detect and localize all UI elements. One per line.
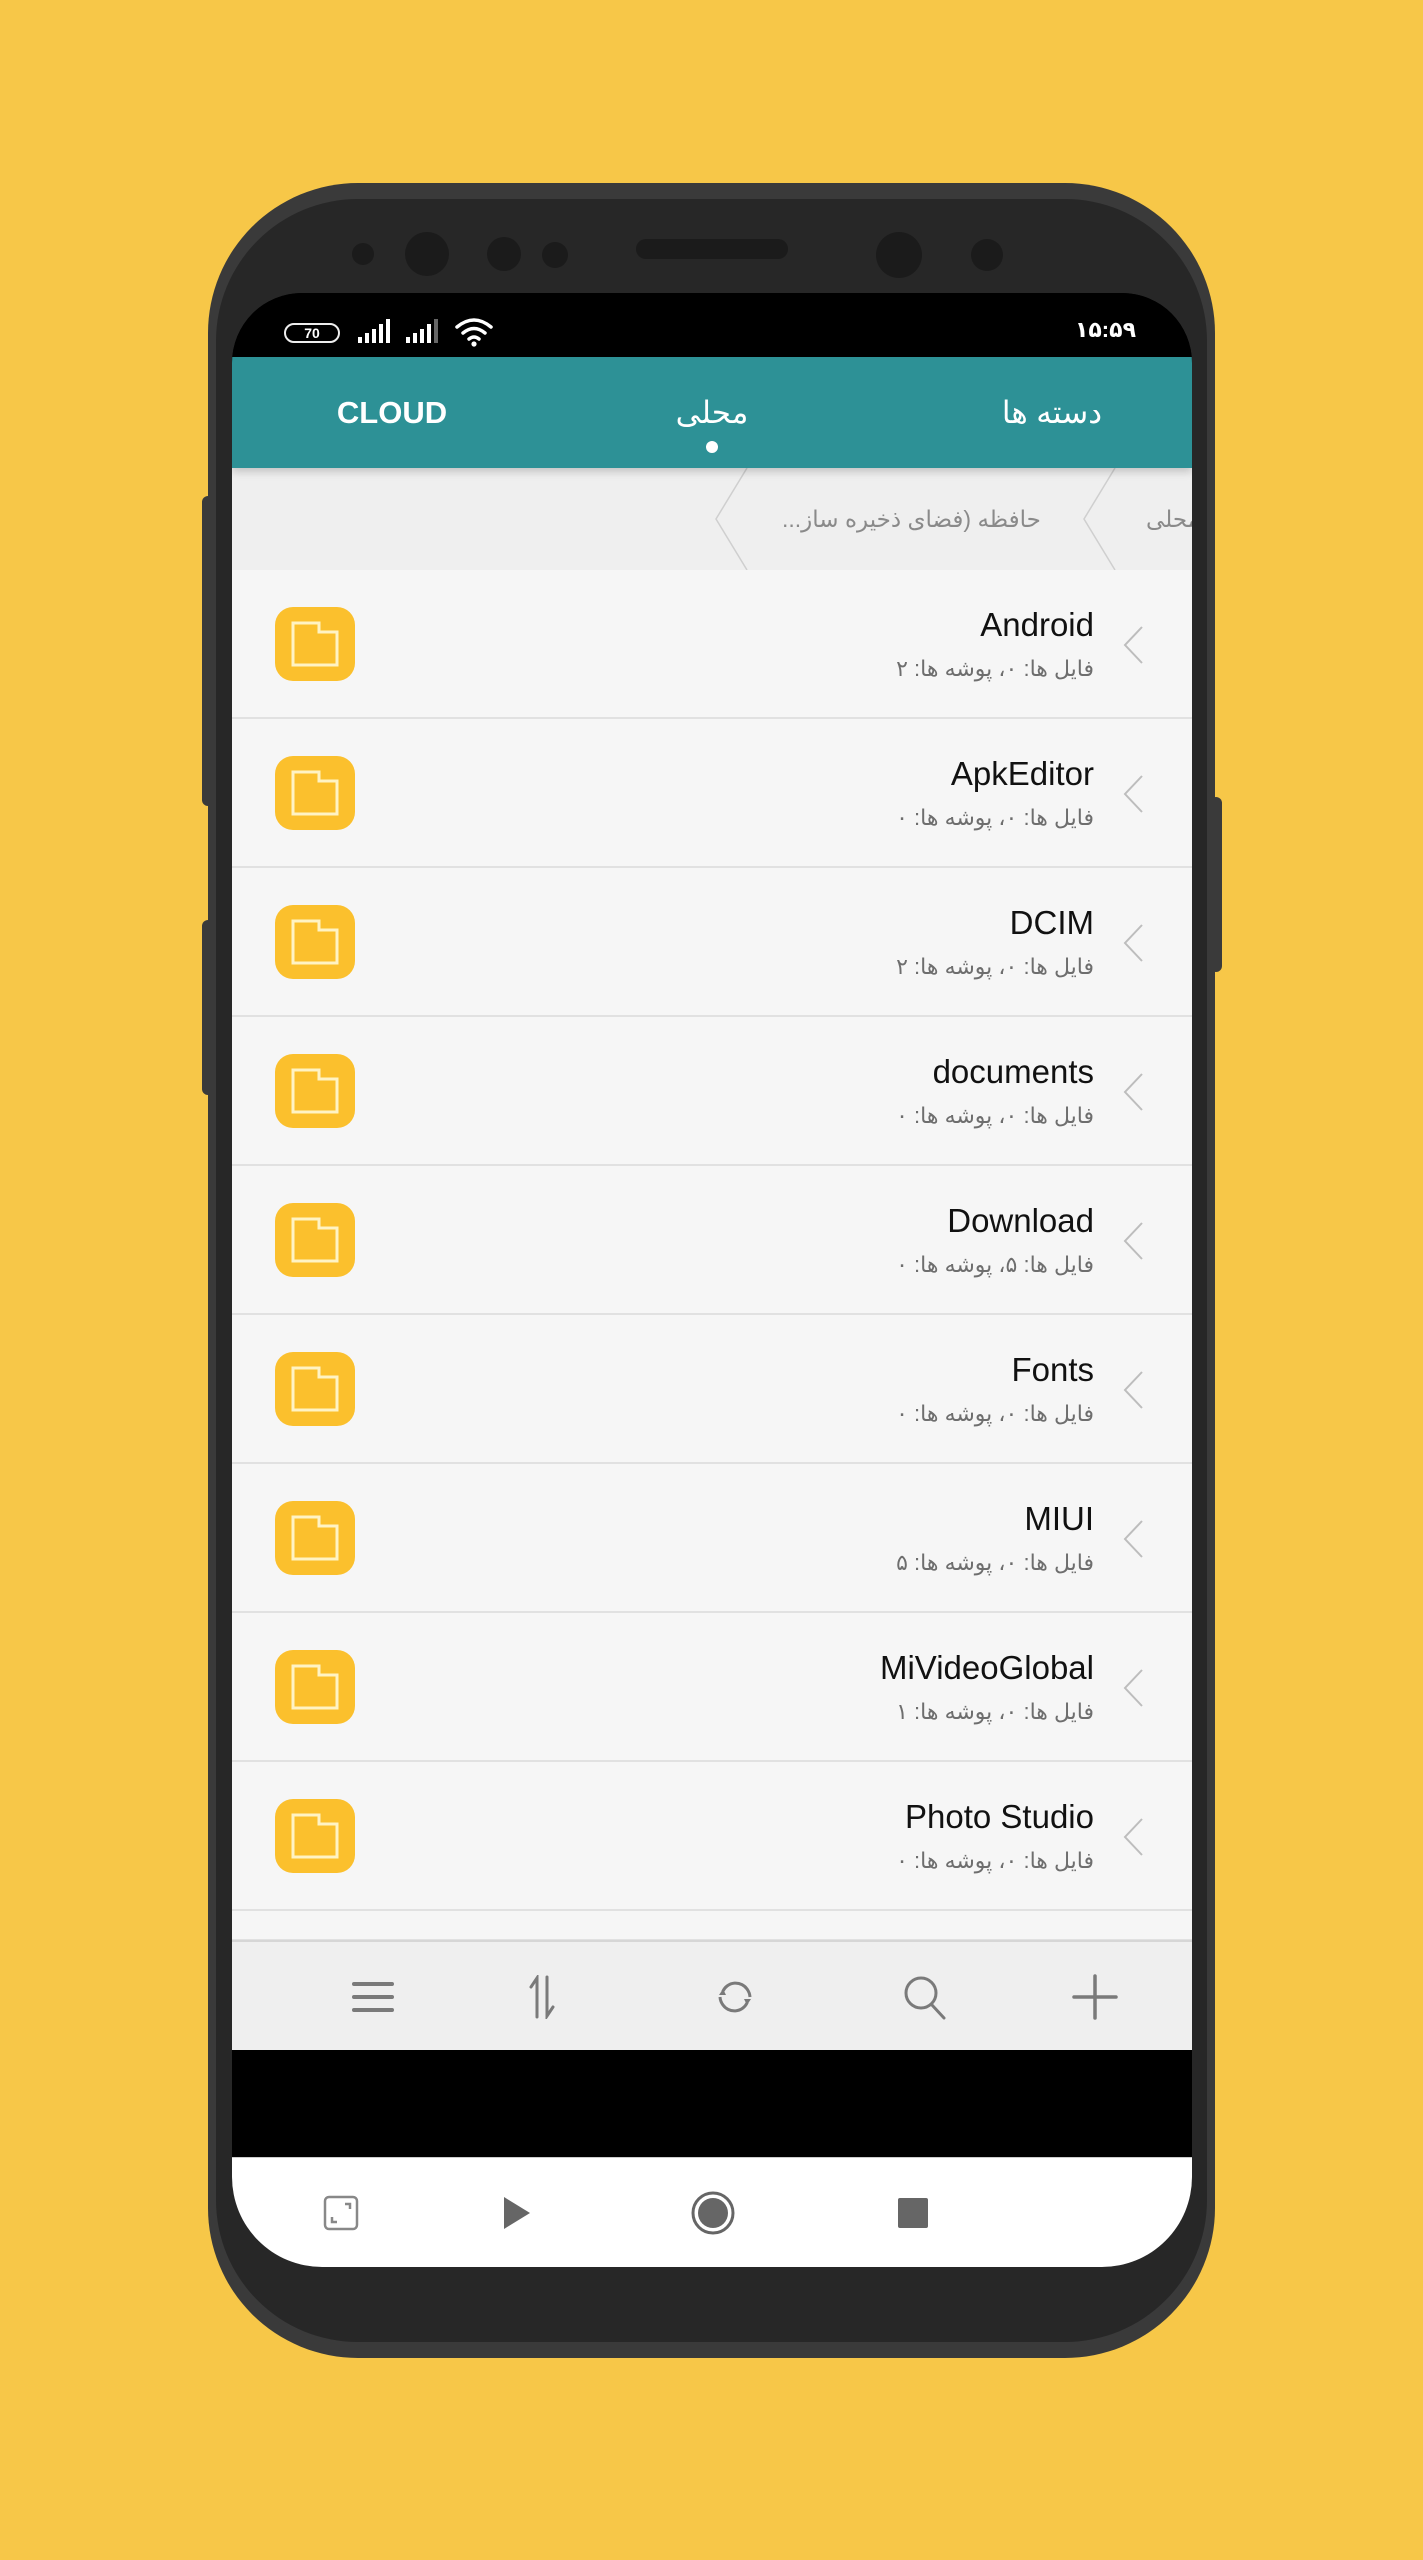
folder-info: فایل ها: ۰، پوشه ها: ۰	[896, 805, 1094, 830]
folder-name: MIUI	[1024, 1500, 1094, 1537]
folder-info: فایل ها: ۰، پوشه ها: ۰	[896, 1401, 1094, 1426]
breadcrumb-separator	[715, 468, 748, 570]
home-icon	[691, 2191, 735, 2235]
folder-name: Fonts	[1011, 1351, 1094, 1388]
search-icon	[904, 1976, 946, 2020]
folder-list-item[interactable]: MiVideoGlobal فایل ها: ۰، پوشه ها: ۱	[232, 1613, 1192, 1762]
breadcrumb-item-storage[interactable]: حافظه (فضای ذخیره ساز...	[782, 468, 1062, 570]
folder-list-item-partial	[232, 1911, 1192, 1940]
folder-info: فایل ها: ۰، پوشه ها: ۲	[896, 954, 1094, 979]
folder-icon	[275, 756, 355, 830]
folder-info: فایل ها: ۰، پوشه ها: ۱	[896, 1699, 1094, 1724]
tab-categories[interactable]: دسته ها	[952, 357, 1152, 468]
folder-list: Android فایل ها: ۰، پوشه ها: ۲ ApkEditor فا…	[232, 570, 1192, 1940]
bottom-toolbar	[232, 1940, 1192, 2050]
active-tab-indicator	[706, 441, 718, 453]
folder-list-item[interactable]: DCIM فایل ها: ۰، پوشه ها: ۲	[232, 868, 1192, 1017]
folder-info: فایل ها: ۵، پوشه ها: ۰	[896, 1252, 1094, 1277]
folder-list-item[interactable]: Photo Studio فایل ها: ۰، پوشه ها: ۰	[232, 1762, 1192, 1911]
sensor-icon	[971, 239, 1003, 271]
folder-icon	[275, 905, 355, 979]
chevron-left-icon	[1123, 1073, 1143, 1111]
chevron-left-icon	[1123, 924, 1143, 962]
menu-button[interactable]	[338, 1962, 408, 2032]
search-button[interactable]	[890, 1962, 960, 2032]
screen-black-strip	[232, 2050, 1192, 2157]
folder-info: فایل ها: ۰، پوشه ها: ۰	[896, 1103, 1094, 1128]
sensor-icon	[542, 242, 568, 268]
folder-icon	[275, 1203, 355, 1277]
add-button[interactable]	[1060, 1962, 1130, 2032]
sensor-icon	[352, 243, 374, 265]
play-button[interactable]	[482, 2178, 552, 2248]
chevron-left-icon	[1123, 1818, 1143, 1856]
folder-icon	[275, 1352, 355, 1426]
signal-icon	[406, 319, 438, 343]
stop-icon	[898, 2198, 928, 2228]
folder-list-item[interactable]: MIUI فایل ها: ۰، پوشه ها: ۵	[232, 1464, 1192, 1613]
screenshot-button[interactable]	[306, 2178, 376, 2248]
tab-bar: CLOUD محلی دسته ها	[232, 357, 1192, 468]
folder-info: فایل ها: ۰، پوشه ها: ۰	[896, 1848, 1094, 1873]
folder-name: Android	[980, 606, 1094, 643]
breadcrumb-item-local[interactable]: محلی	[1140, 468, 1192, 570]
play-icon	[504, 2197, 530, 2229]
folder-name: MiVideoGlobal	[879, 1649, 1094, 1686]
chevron-left-icon	[1123, 1371, 1143, 1409]
camera-icon	[876, 232, 922, 278]
sort-icon	[529, 1975, 555, 2019]
battery-icon: 70	[284, 323, 340, 343]
camera-icon	[405, 232, 449, 276]
chevron-left-icon	[1123, 1520, 1143, 1558]
folder-icon	[275, 607, 355, 681]
chevron-left-icon	[1123, 626, 1143, 664]
signal-icon	[358, 319, 390, 343]
folder-name: ApkEditor	[950, 755, 1094, 792]
folder-list-item[interactable]: ApkEditor فایل ها: ۰، پوشه ها: ۰	[232, 719, 1192, 868]
chevron-left-icon	[1123, 1669, 1143, 1707]
sensor-icon	[487, 237, 521, 271]
refresh-button[interactable]	[700, 1962, 770, 2032]
breadcrumb: محلی حافظه (فضای ذخیره ساز...	[232, 468, 1192, 571]
folder-icon	[275, 1054, 355, 1128]
menu-icon	[352, 1982, 394, 2012]
screenshot-icon	[323, 2195, 359, 2231]
folder-info: فایل ها: ۰، پوشه ها: ۲	[896, 656, 1094, 681]
status-clock: ۱۵:۵۹	[1074, 317, 1136, 342]
sort-button[interactable]	[508, 1962, 578, 2032]
folder-info: فایل ها: ۰، پوشه ها: ۵	[896, 1550, 1094, 1575]
folder-list-item[interactable]: documents فایل ها: ۰، پوشه ها: ۰	[232, 1017, 1192, 1166]
folder-name: Download	[947, 1202, 1094, 1239]
folder-name: documents	[932, 1053, 1094, 1090]
breadcrumb-separator	[1083, 468, 1116, 570]
earpiece-speaker	[636, 239, 788, 259]
add-icon	[1072, 1974, 1118, 2020]
battery-level: 70	[304, 325, 320, 341]
chevron-left-icon	[1123, 1222, 1143, 1260]
folder-icon	[275, 1501, 355, 1575]
folder-list-item[interactable]: Download فایل ها: ۵، پوشه ها: ۰	[232, 1166, 1192, 1315]
folder-name: DCIM	[1009, 904, 1094, 941]
folder-icon	[275, 1650, 355, 1724]
folder-icon	[275, 1799, 355, 1873]
phone-screen: 70 ۱۵:۵۹ CLOUD محلی دسته ها محلی حافظه (…	[232, 293, 1192, 2267]
navigation-bar	[232, 2157, 1192, 2267]
stop-button[interactable]	[878, 2178, 948, 2248]
folder-list-item[interactable]: Android فایل ها: ۰، پوشه ها: ۲	[232, 570, 1192, 719]
folder-name: Photo Studio	[905, 1798, 1094, 1835]
wifi-icon	[455, 318, 493, 347]
home-button[interactable]	[678, 2178, 748, 2248]
tab-cloud[interactable]: CLOUD	[302, 357, 482, 468]
chevron-left-icon	[1123, 775, 1143, 813]
refresh-icon	[718, 1981, 752, 2013]
folder-list-item[interactable]: Fonts فایل ها: ۰، پوشه ها: ۰	[232, 1315, 1192, 1464]
status-bar: 70 ۱۵:۵۹	[232, 293, 1192, 357]
